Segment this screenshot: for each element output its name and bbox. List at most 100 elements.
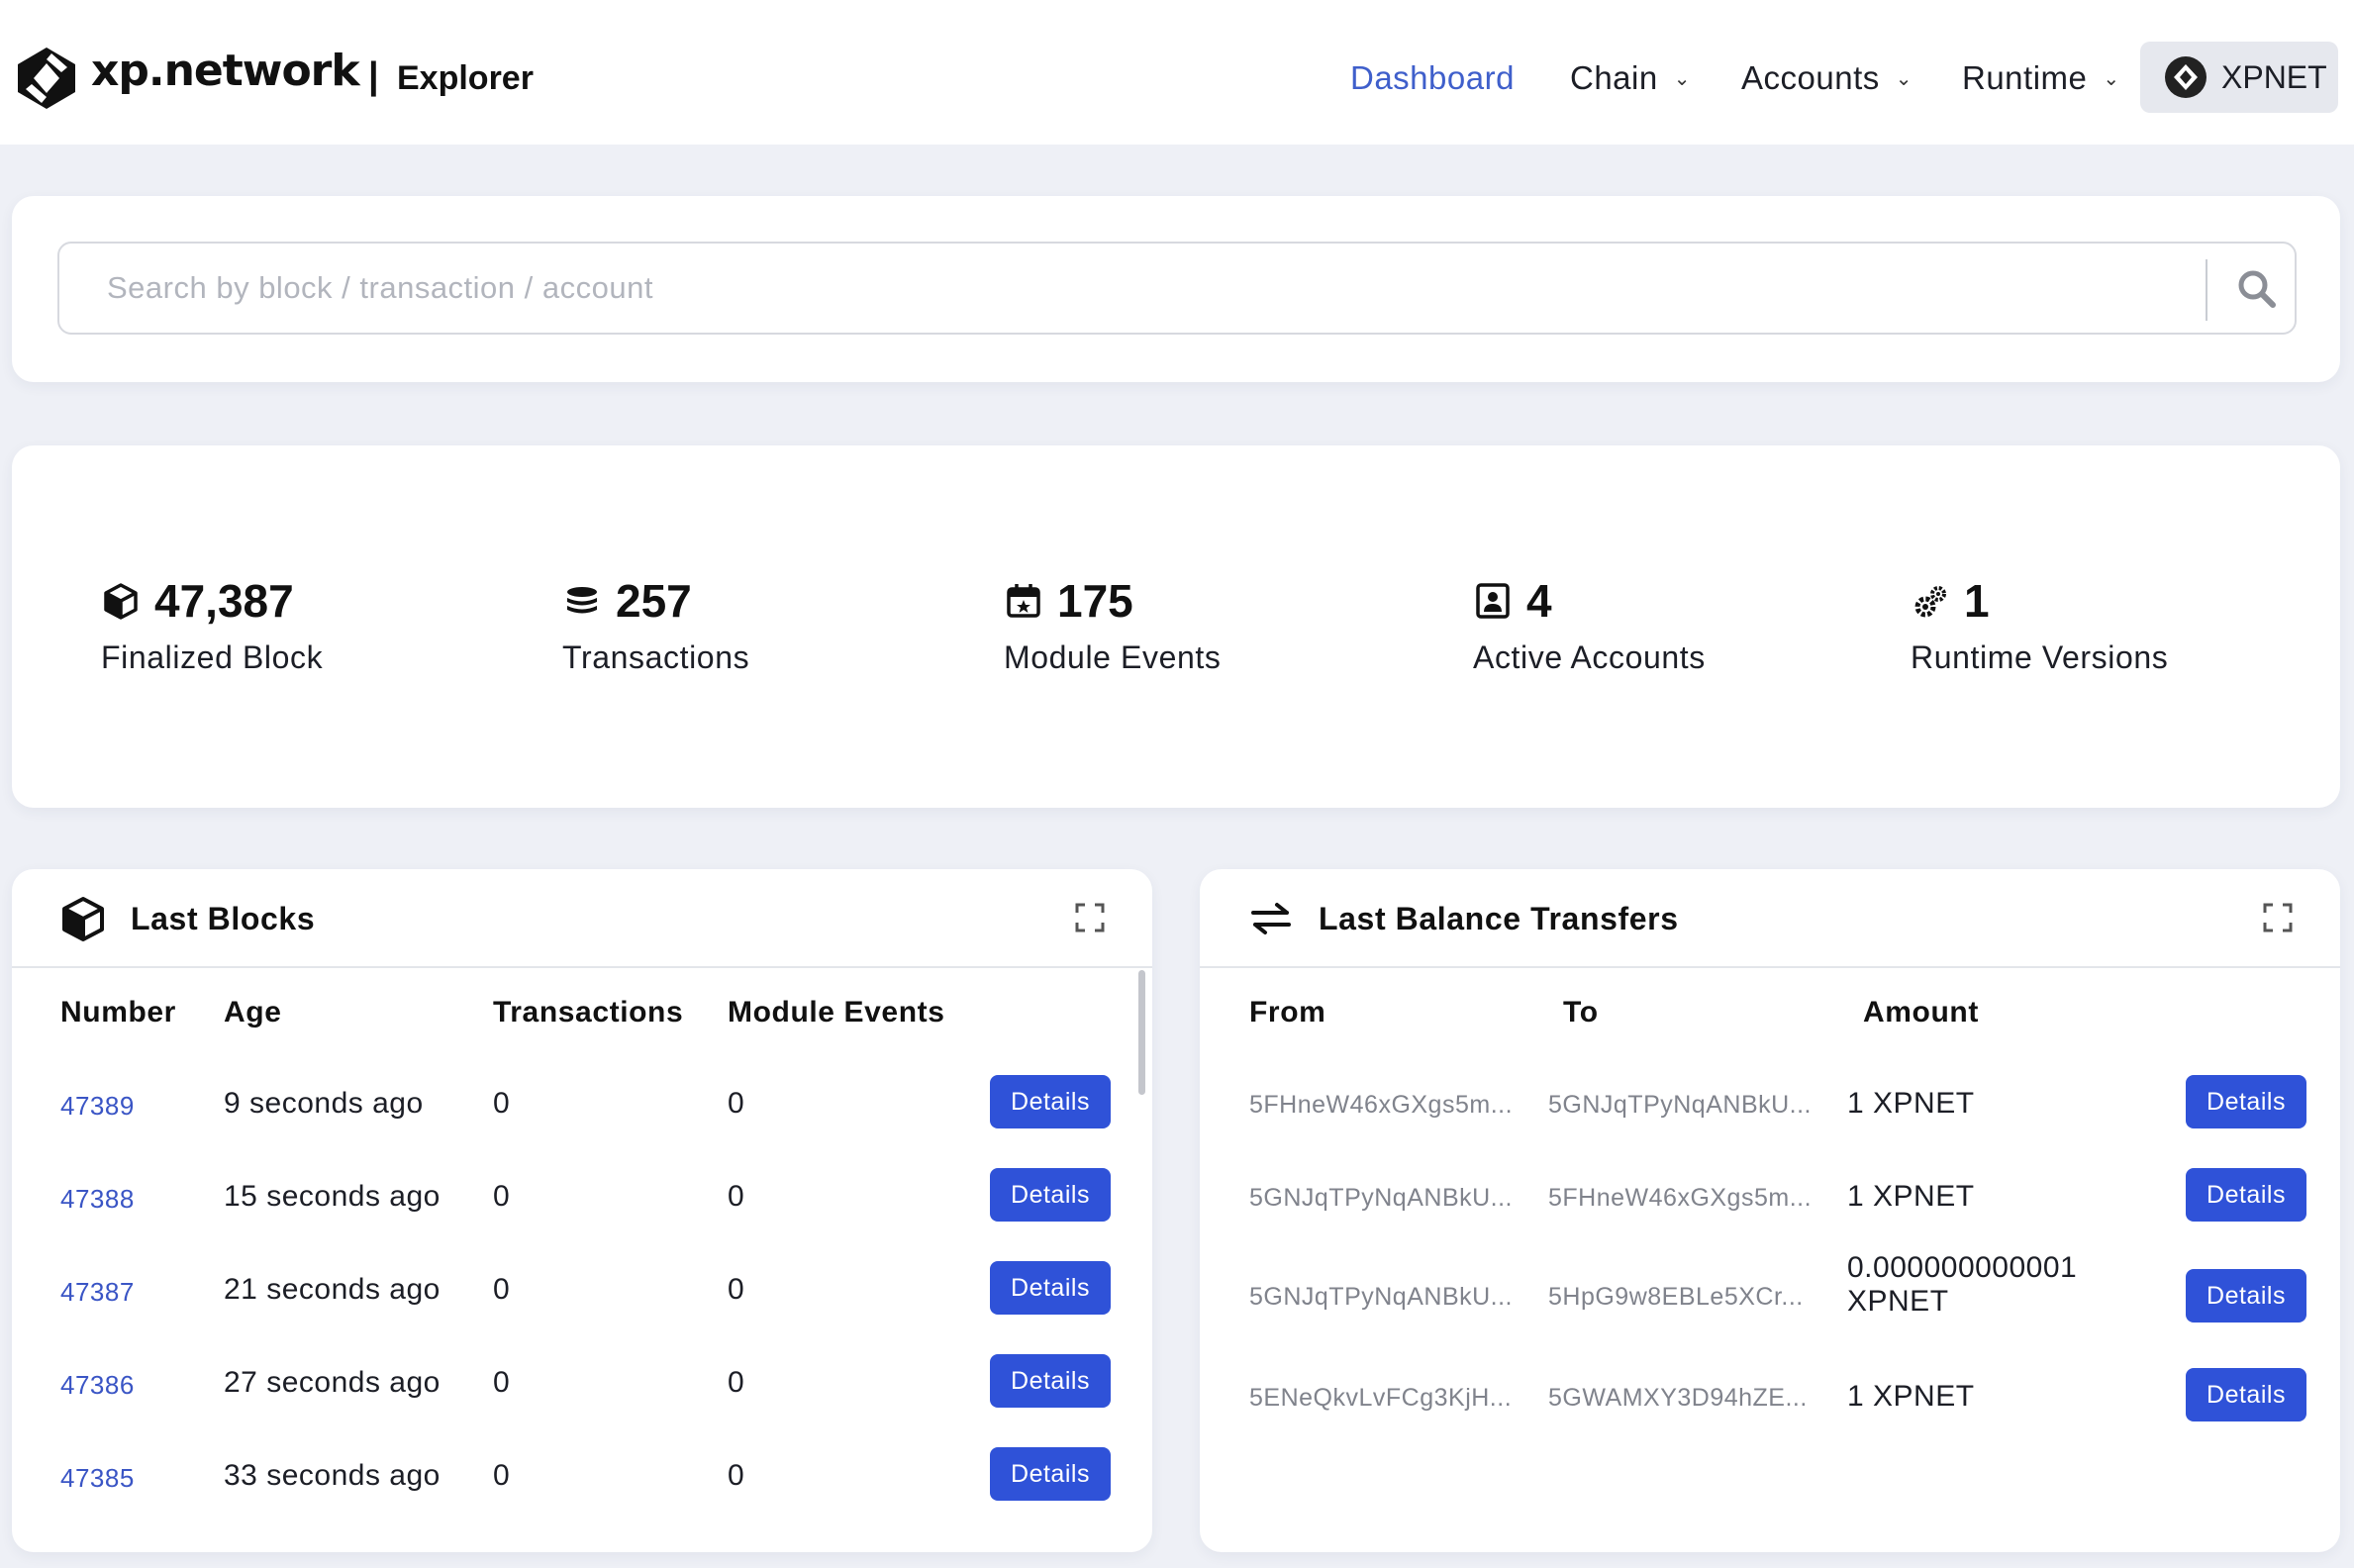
search-divider <box>2206 259 2207 321</box>
block-events: 0 <box>728 1459 745 1492</box>
transfer-amount: 1 XPNET <box>1847 1087 1975 1120</box>
search-input[interactable] <box>61 245 2190 331</box>
nav-dashboard-label: Dashboard <box>1350 59 1515 96</box>
nav-runtime-label: Runtime <box>1962 59 2088 96</box>
table-row: 47386 27 seconds ago 0 0 Details <box>12 1354 1152 1414</box>
panel-header: Last Blocks <box>12 869 1152 968</box>
block-transactions: 0 <box>493 1459 511 1492</box>
details-button[interactable]: Details <box>2186 1269 2306 1323</box>
table-row: 47385 33 seconds ago 0 0 Details <box>12 1447 1152 1507</box>
stat-active-accounts: 4 Active Accounts <box>1473 572 1706 676</box>
stat-value: 1 <box>1964 575 1990 627</box>
chevron-down-icon: ⌄ <box>1673 67 1691 90</box>
stat-value: 4 <box>1526 575 1552 627</box>
nav-chain-label: Chain <box>1570 59 1658 96</box>
stats-card: 47,387 Finalized Block 257 Transactions … <box>12 445 2340 808</box>
table-row: 5FHneW46xGXgs5m... 5GNJqTPyNqANBkU... 1 … <box>1200 1075 2340 1134</box>
gears-icon <box>1914 586 1946 618</box>
details-button[interactable]: Details <box>2186 1168 2306 1222</box>
panel-title: Last Blocks <box>131 901 316 936</box>
nav-accounts-label: Accounts <box>1741 59 1880 96</box>
block-transactions: 0 <box>493 1087 511 1120</box>
search-icon[interactable] <box>2233 265 2283 315</box>
block-number-link[interactable]: 47386 <box>60 1370 135 1401</box>
table-row: 5ENeQkvLvFCg3KjH... 5GWAMXY3D94hZE... 1 … <box>1200 1368 2340 1427</box>
to-address-link[interactable]: 5FHneW46xGXgs5m... <box>1548 1184 1812 1213</box>
column-header-module-events[interactable]: Module Events <box>728 996 945 1029</box>
to-address-link[interactable]: 5GNJqTPyNqANBkU... <box>1548 1091 1812 1120</box>
brand-subtitle: Explorer <box>397 59 534 97</box>
block-number-link[interactable]: 47389 <box>60 1091 135 1122</box>
block-age: 33 seconds ago <box>224 1459 441 1492</box>
to-address-link[interactable]: 5HpG9w8EBLe5XCr... <box>1548 1283 1804 1312</box>
panel-title: Last Balance Transfers <box>1319 901 1679 936</box>
stat-label: Finalized Block <box>101 639 324 675</box>
block-age: 27 seconds ago <box>224 1366 441 1399</box>
stat-value: 257 <box>616 575 692 627</box>
last-transfers-panel: Last Balance Transfers From To Amount 5F… <box>1200 869 2340 1552</box>
from-address-link[interactable]: 5ENeQkvLvFCg3KjH... <box>1249 1384 1512 1413</box>
details-button[interactable]: Details <box>990 1075 1111 1128</box>
block-transactions: 0 <box>493 1366 511 1399</box>
to-address-link[interactable]: 5GWAMXY3D94hZE... <box>1548 1384 1808 1413</box>
from-address-link[interactable]: 5GNJqTPyNqANBkU... <box>1249 1184 1513 1213</box>
stat-label: Module Events <box>1004 639 1222 675</box>
stat-label: Transactions <box>562 639 750 675</box>
column-header-to[interactable]: To <box>1563 996 1599 1029</box>
nav-runtime[interactable]: Runtime ⌄ <box>1962 59 2120 97</box>
stat-value: 175 <box>1057 575 1133 627</box>
coin-stack-icon <box>567 587 597 614</box>
stat-value: 47,387 <box>154 575 294 627</box>
search-box <box>57 242 2297 335</box>
panel-header: Last Balance Transfers <box>1200 869 2340 968</box>
table-row: 5GNJqTPyNqANBkU... 5HpG9w8EBLe5XCr... 0.… <box>1200 1251 2340 1356</box>
column-header-age[interactable]: Age <box>224 996 281 1029</box>
details-button[interactable]: Details <box>990 1261 1111 1315</box>
from-address-link[interactable]: 5FHneW46xGXgs5m... <box>1249 1091 1513 1120</box>
nav-chain[interactable]: Chain ⌄ <box>1570 59 1691 97</box>
details-button[interactable]: Details <box>2186 1368 2306 1421</box>
expand-icon[interactable] <box>2263 903 2293 932</box>
stat-label: Runtime Versions <box>1911 639 2169 675</box>
column-header-from[interactable]: From <box>1249 996 1325 1029</box>
block-events: 0 <box>728 1087 745 1120</box>
nav-accounts[interactable]: Accounts ⌄ <box>1741 59 1913 97</box>
stat-module-events: 175 Module Events <box>1004 572 1221 676</box>
block-events: 0 <box>728 1366 745 1399</box>
transfer-amount: 1 XPNET <box>1847 1180 1975 1213</box>
contact-icon <box>1476 583 1510 619</box>
block-age: 15 seconds ago <box>224 1180 441 1213</box>
table-row: 5GNJqTPyNqANBkU... 5FHneW46xGXgs5m... 1 … <box>1200 1168 2340 1227</box>
nav-dashboard[interactable]: Dashboard <box>1350 59 1515 97</box>
brand-name[interactable]: xp.network <box>91 46 360 96</box>
stat-finalized-block: 47,387 Finalized Block <box>101 572 323 676</box>
from-address-link[interactable]: 5GNJqTPyNqANBkU... <box>1249 1283 1513 1312</box>
column-header-number[interactable]: Number <box>60 996 176 1029</box>
column-header-amount[interactable]: Amount <box>1863 996 1979 1029</box>
details-button[interactable]: Details <box>990 1354 1111 1408</box>
expand-icon[interactable] <box>1075 903 1105 932</box>
cube-icon <box>62 897 104 941</box>
transfer-arrows-icon <box>1251 903 1291 934</box>
column-header-transactions[interactable]: Transactions <box>493 996 683 1029</box>
transfer-amount-line1: 0.000000000001 <box>1847 1251 2078 1284</box>
cube-icon <box>104 583 138 620</box>
details-button[interactable]: Details <box>2186 1075 2306 1128</box>
block-number-link[interactable]: 47387 <box>60 1277 135 1308</box>
xp-network-logo-icon[interactable] <box>16 46 77 111</box>
details-button[interactable]: Details <box>990 1447 1111 1501</box>
stat-transactions: 257 Transactions <box>562 572 749 676</box>
xpnet-token-icon <box>2165 56 2207 98</box>
table-row: 47389 9 seconds ago 0 0 Details <box>12 1075 1152 1134</box>
details-button[interactable]: Details <box>990 1168 1111 1222</box>
block-number-link[interactable]: 47385 <box>60 1463 135 1494</box>
stat-label: Active Accounts <box>1473 639 1706 675</box>
top-navbar: xp.network | Explorer Dashboard Chain ⌄ … <box>0 0 2354 145</box>
search-card <box>12 196 2340 382</box>
block-age: 9 seconds ago <box>224 1087 424 1120</box>
block-transactions: 0 <box>493 1180 511 1213</box>
transfer-amount: 1 XPNET <box>1847 1380 1975 1413</box>
table-row: 47387 21 seconds ago 0 0 Details <box>12 1261 1152 1321</box>
block-number-link[interactable]: 47388 <box>60 1184 135 1215</box>
network-selector-button[interactable]: XPNET <box>2140 42 2338 113</box>
